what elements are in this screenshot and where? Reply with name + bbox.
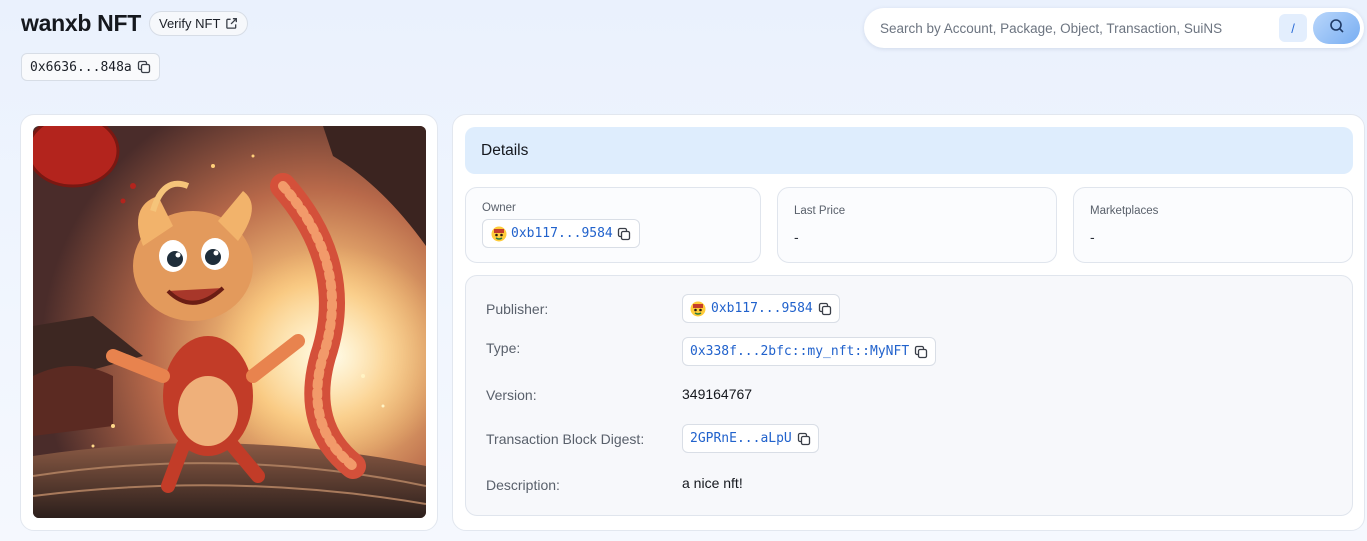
title-row: wanxb NFT Verify NFT bbox=[21, 10, 249, 37]
description-value: a nice nft! bbox=[682, 475, 743, 491]
copy-icon[interactable] bbox=[818, 302, 832, 316]
search-icon bbox=[1329, 18, 1345, 39]
type-chip[interactable]: 0x338f...2bfc::my_nft::MyNFT bbox=[682, 337, 937, 366]
last-price-card: Last Price - bbox=[777, 187, 1057, 263]
details-heading: Details bbox=[465, 127, 1353, 174]
properties-panel: Publisher: 0xb117...9584 Type: 0x338f...… bbox=[465, 275, 1353, 516]
search-bar: / bbox=[864, 8, 1364, 48]
page-title: wanxb NFT bbox=[21, 10, 141, 36]
object-id-chip[interactable]: 0x6636...848a bbox=[21, 53, 160, 81]
search-input[interactable] bbox=[880, 20, 1270, 36]
owner-card: Owner 0xb117...9584 bbox=[465, 187, 761, 263]
digest-chip[interactable]: 2GPRnE...aLpU bbox=[682, 424, 819, 453]
copy-icon[interactable] bbox=[137, 60, 151, 74]
search-button[interactable] bbox=[1313, 12, 1360, 44]
type-label: Type: bbox=[486, 340, 521, 356]
version-label: Version: bbox=[486, 387, 537, 403]
avatar-icon bbox=[491, 226, 507, 242]
digest-value: 2GPRnE...aLpU bbox=[690, 431, 792, 446]
last-price-value: - bbox=[794, 229, 799, 245]
verify-nft-button[interactable]: Verify NFT bbox=[148, 11, 249, 36]
type-value: 0x338f...2bfc::my_nft::MyNFT bbox=[690, 344, 910, 359]
copy-icon[interactable] bbox=[797, 432, 811, 446]
copy-icon[interactable] bbox=[617, 227, 631, 241]
marketplaces-value: - bbox=[1090, 229, 1095, 245]
object-id: 0x6636...848a bbox=[30, 59, 132, 75]
owner-address-chip[interactable]: 0xb117...9584 bbox=[482, 219, 640, 248]
verify-nft-label: Verify NFT bbox=[158, 16, 221, 31]
description-label: Description: bbox=[486, 477, 560, 493]
copy-icon[interactable] bbox=[914, 345, 928, 359]
owner-label: Owner bbox=[482, 202, 516, 214]
nft-image-card bbox=[20, 114, 438, 531]
marketplaces-card: Marketplaces - bbox=[1073, 187, 1353, 263]
avatar-icon bbox=[690, 301, 706, 317]
marketplaces-label: Marketplaces bbox=[1090, 205, 1159, 217]
nft-image bbox=[33, 126, 426, 518]
details-card: Details Owner 0xb117...9584 Last Price -… bbox=[452, 114, 1365, 531]
owner-address: 0xb117...9584 bbox=[511, 226, 613, 241]
last-price-label: Last Price bbox=[794, 205, 846, 217]
publisher-label: Publisher: bbox=[486, 301, 549, 317]
search-shortcut-key: / bbox=[1279, 14, 1307, 42]
external-link-icon bbox=[225, 17, 238, 30]
publisher-address-chip[interactable]: 0xb117...9584 bbox=[682, 294, 840, 323]
digest-label: Transaction Block Digest: bbox=[486, 431, 645, 447]
version-value: 349164767 bbox=[682, 386, 753, 402]
publisher-address: 0xb117...9584 bbox=[711, 301, 813, 316]
